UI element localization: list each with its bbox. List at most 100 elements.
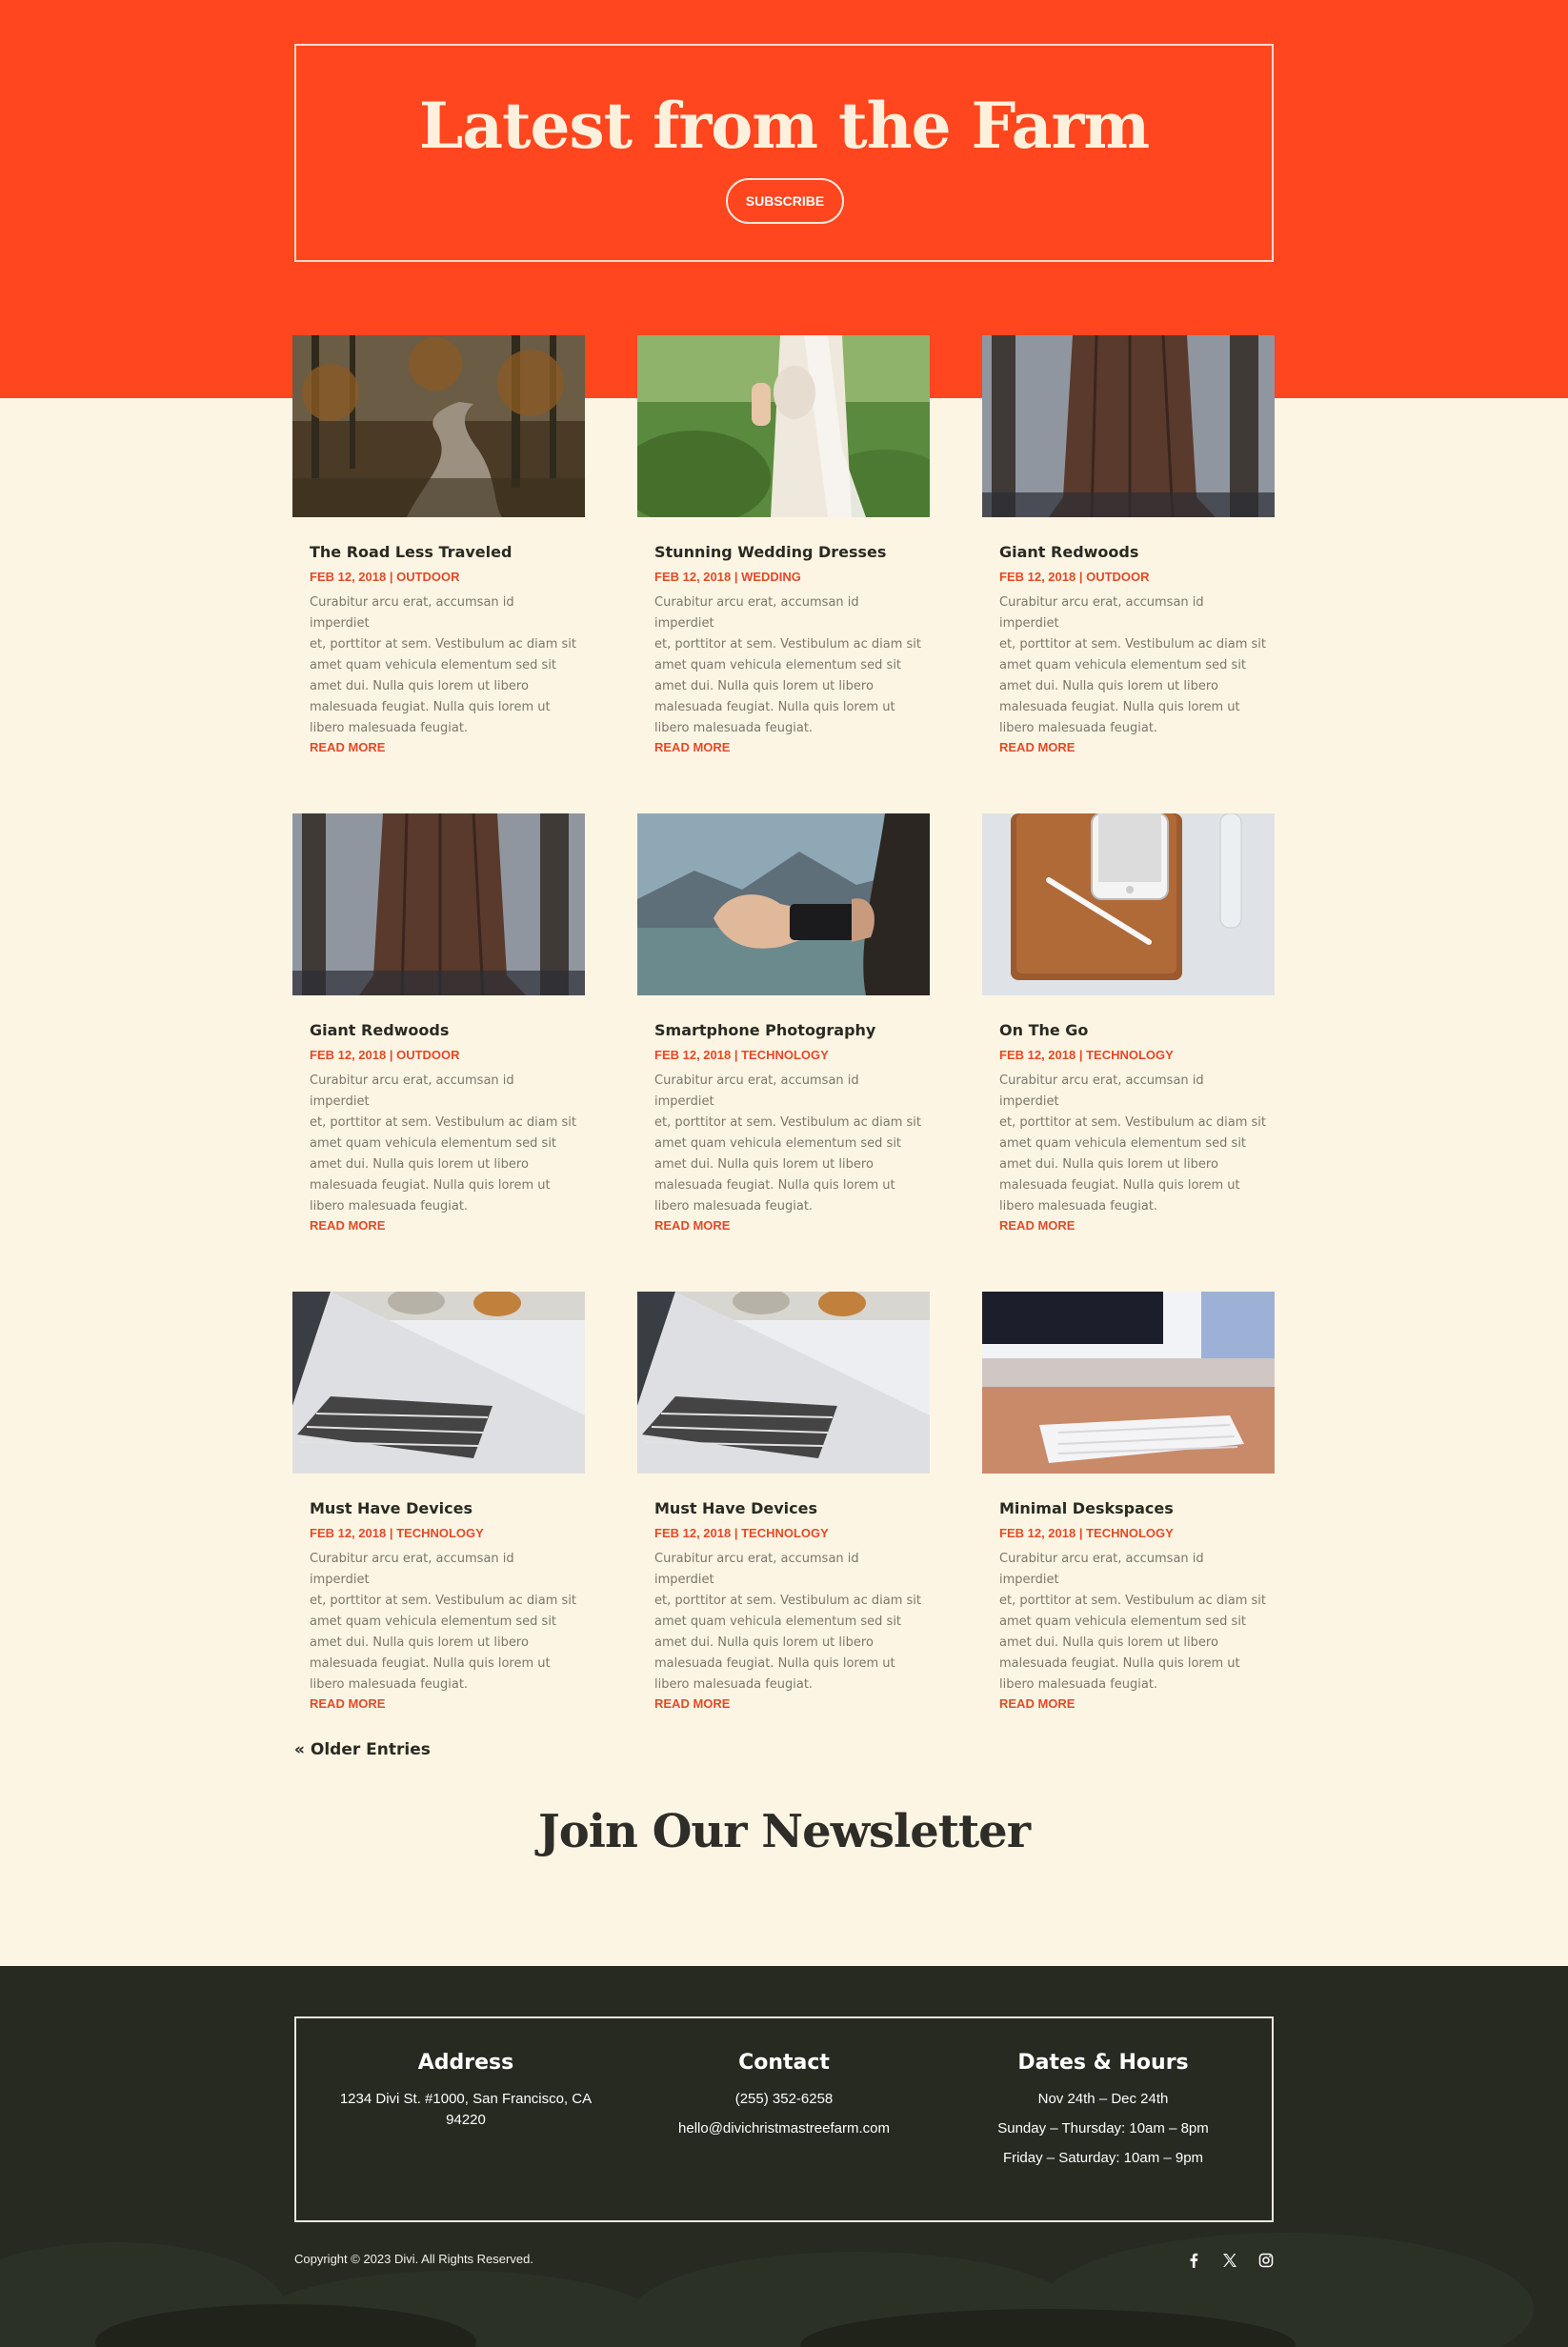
post-meta: FEB 12, 2018 | TECHNOLOGY [999, 1525, 1266, 1541]
post-category-link[interactable]: OUTDOOR [396, 570, 459, 584]
read-more-link[interactable]: READ MORE [654, 1695, 921, 1713]
excerpt-line: amet dui. Nulla quis lorem ut libero [654, 1635, 874, 1650]
excerpt-line: amet quam vehicula elementum sed sit [654, 1136, 902, 1151]
post-image[interactable] [292, 1292, 585, 1474]
subscribe-button[interactable]: SUBSCRIBE [726, 178, 844, 224]
post-image[interactable] [637, 1292, 930, 1474]
read-more-link[interactable]: READ MORE [999, 739, 1266, 756]
footer-contact: Contact (255) 352-6258 hello@divichristm… [632, 2049, 936, 2148]
post-excerpt: Curabitur arcu erat, accumsan id imperdi… [310, 592, 576, 739]
post-title[interactable]: Giant Redwoods [310, 1020, 576, 1041]
post-category-link[interactable]: TECHNOLOGY [1086, 1048, 1174, 1062]
excerpt-line: amet dui. Nulla quis lorem ut libero [654, 1157, 874, 1172]
post-date: FEB 12, 2018 [999, 1048, 1076, 1062]
post-title[interactable]: On The Go [999, 1020, 1266, 1041]
excerpt-line: amet dui. Nulla quis lorem ut libero [310, 679, 529, 693]
post-category-link[interactable]: TECHNOLOGY [741, 1526, 829, 1540]
contact-phone[interactable]: (255) 352-6258 [632, 2089, 936, 2110]
hours-dates: Nov 24th – Dec 24th [1037, 2091, 1169, 2107]
read-more-link[interactable]: READ MORE [999, 1695, 1266, 1713]
read-more-link[interactable]: READ MORE [310, 1695, 576, 1713]
excerpt-line: libero malesuada feugiat. [999, 721, 1158, 735]
post-excerpt: Curabitur arcu erat, accumsan id imperdi… [999, 1071, 1266, 1217]
excerpt-line: amet quam vehicula elementum sed sit [654, 1615, 902, 1629]
post-title[interactable]: Must Have Devices [654, 1498, 921, 1519]
post-image[interactable] [292, 813, 585, 995]
post-excerpt: Curabitur arcu erat, accumsan id imperdi… [654, 1071, 921, 1217]
hero-frame: Latest from the Farm SUBSCRIBE [294, 44, 1274, 262]
post-category-link[interactable]: OUTDOOR [396, 1048, 459, 1062]
meta-separator: | [386, 1526, 397, 1540]
excerpt-line: libero malesuada feugiat. [999, 1199, 1158, 1214]
post-category-link[interactable]: TECHNOLOGY [396, 1526, 484, 1540]
post-title[interactable]: Smartphone Photography [654, 1020, 921, 1041]
instagram-icon[interactable] [1255, 2249, 1277, 2272]
post-image[interactable] [292, 335, 585, 517]
post-title[interactable]: Must Have Devices [310, 1498, 576, 1519]
excerpt-line: et, porttitor at sem. Vestibulum ac diam… [310, 1594, 576, 1608]
post-meta: FEB 12, 2018 | OUTDOOR [310, 1047, 576, 1063]
excerpt-line: malesuada feugiat. Nulla quis lorem ut [310, 1656, 551, 1671]
excerpt-line: amet dui. Nulla quis lorem ut libero [999, 1635, 1218, 1650]
excerpt-line: amet quam vehicula elementum sed sit [310, 1615, 557, 1629]
older-entries-link[interactable]: « Older Entries [294, 1740, 431, 1759]
hours-heading: Dates & Hours [1017, 2051, 1189, 2075]
post-excerpt: Curabitur arcu erat, accumsan id imperdi… [999, 592, 1266, 739]
post-image[interactable] [637, 335, 930, 517]
newsletter-heading: Join Our Newsletter [538, 1805, 1031, 1858]
post-category-link[interactable]: OUTDOOR [1086, 570, 1149, 584]
post-category-link[interactable]: TECHNOLOGY [741, 1048, 829, 1062]
address-heading: Address [417, 2051, 514, 2075]
post-category-link[interactable]: WEDDING [741, 570, 801, 584]
post-excerpt: Curabitur arcu erat, accumsan id imperdi… [310, 1071, 576, 1217]
excerpt-line: amet dui. Nulla quis lorem ut libero [310, 1635, 529, 1650]
facebook-icon[interactable] [1182, 2249, 1205, 2272]
excerpt-line: malesuada feugiat. Nulla quis lorem ut [999, 1178, 1240, 1193]
meta-separator: | [1075, 570, 1087, 584]
read-more-link[interactable]: READ MORE [310, 739, 576, 756]
meta-separator: | [731, 1526, 742, 1540]
contact-email[interactable]: hello@divichristmastreefarm.com [632, 2118, 936, 2139]
post-category-link[interactable]: TECHNOLOGY [1086, 1526, 1174, 1540]
post-image[interactable] [982, 1292, 1275, 1474]
post-date: FEB 12, 2018 [999, 570, 1076, 584]
footer: Address 1234 Divi St. #1000, San Francis… [0, 1966, 1568, 2347]
excerpt-line: libero malesuada feugiat. [310, 1199, 469, 1214]
excerpt-line: malesuada feugiat. Nulla quis lorem ut [654, 1178, 895, 1193]
post-title[interactable]: The Road Less Traveled [310, 542, 576, 563]
post-meta: FEB 12, 2018 | WEDDING [654, 569, 921, 585]
excerpt-line: et, porttitor at sem. Vestibulum ac diam… [310, 1115, 576, 1130]
meta-separator: | [731, 570, 742, 584]
post-image[interactable] [982, 335, 1275, 517]
post-image[interactable] [982, 813, 1275, 995]
read-more-link[interactable]: READ MORE [654, 739, 921, 756]
read-more-link[interactable]: READ MORE [654, 1217, 921, 1234]
post-title[interactable]: Minimal Deskspaces [999, 1498, 1266, 1519]
footer-hours: Dates & Hours Nov 24th – Dec 24th Sunday… [951, 2049, 1256, 2177]
post-title[interactable]: Stunning Wedding Dresses [654, 542, 921, 563]
post-meta: FEB 12, 2018 | TECHNOLOGY [654, 1047, 921, 1063]
post-image[interactable] [637, 813, 930, 995]
read-more-link[interactable]: READ MORE [999, 1217, 1266, 1234]
meta-separator: | [386, 1048, 397, 1062]
post-date: FEB 12, 2018 [999, 1526, 1076, 1540]
post-excerpt: Curabitur arcu erat, accumsan id imperdi… [310, 1549, 576, 1695]
post-excerpt: Curabitur arcu erat, accumsan id imperdi… [654, 592, 921, 739]
read-more-link[interactable]: READ MORE [310, 1217, 576, 1234]
copyright: Copyright © 2023 Divi. All Rights Reserv… [294, 2252, 533, 2266]
x-twitter-icon[interactable] [1218, 2249, 1241, 2272]
footer-info-frame: Address 1234 Divi St. #1000, San Francis… [294, 2016, 1274, 2222]
post-meta: FEB 12, 2018 | OUTDOOR [999, 569, 1266, 585]
excerpt-line: et, porttitor at sem. Vestibulum ac diam… [999, 1594, 1266, 1608]
excerpt-line: Curabitur arcu erat, accumsan id imperdi… [310, 595, 514, 631]
post-title[interactable]: Giant Redwoods [999, 542, 1266, 563]
post-excerpt: Curabitur arcu erat, accumsan id imperdi… [999, 1549, 1266, 1695]
address-line-1: 1234 Divi St. #1000, San Francisco, CA [339, 2091, 593, 2107]
excerpt-line: amet dui. Nulla quis lorem ut libero [654, 679, 874, 693]
excerpt-line: amet quam vehicula elementum sed sit [310, 1136, 557, 1151]
excerpt-line: et, porttitor at sem. Vestibulum ac diam… [999, 1115, 1266, 1130]
excerpt-line: libero malesuada feugiat. [310, 721, 469, 735]
excerpt-line: malesuada feugiat. Nulla quis lorem ut [310, 700, 551, 714]
excerpt-line: libero malesuada feugiat. [310, 1677, 469, 1692]
page-title: Latest from the Farm [418, 89, 1150, 163]
